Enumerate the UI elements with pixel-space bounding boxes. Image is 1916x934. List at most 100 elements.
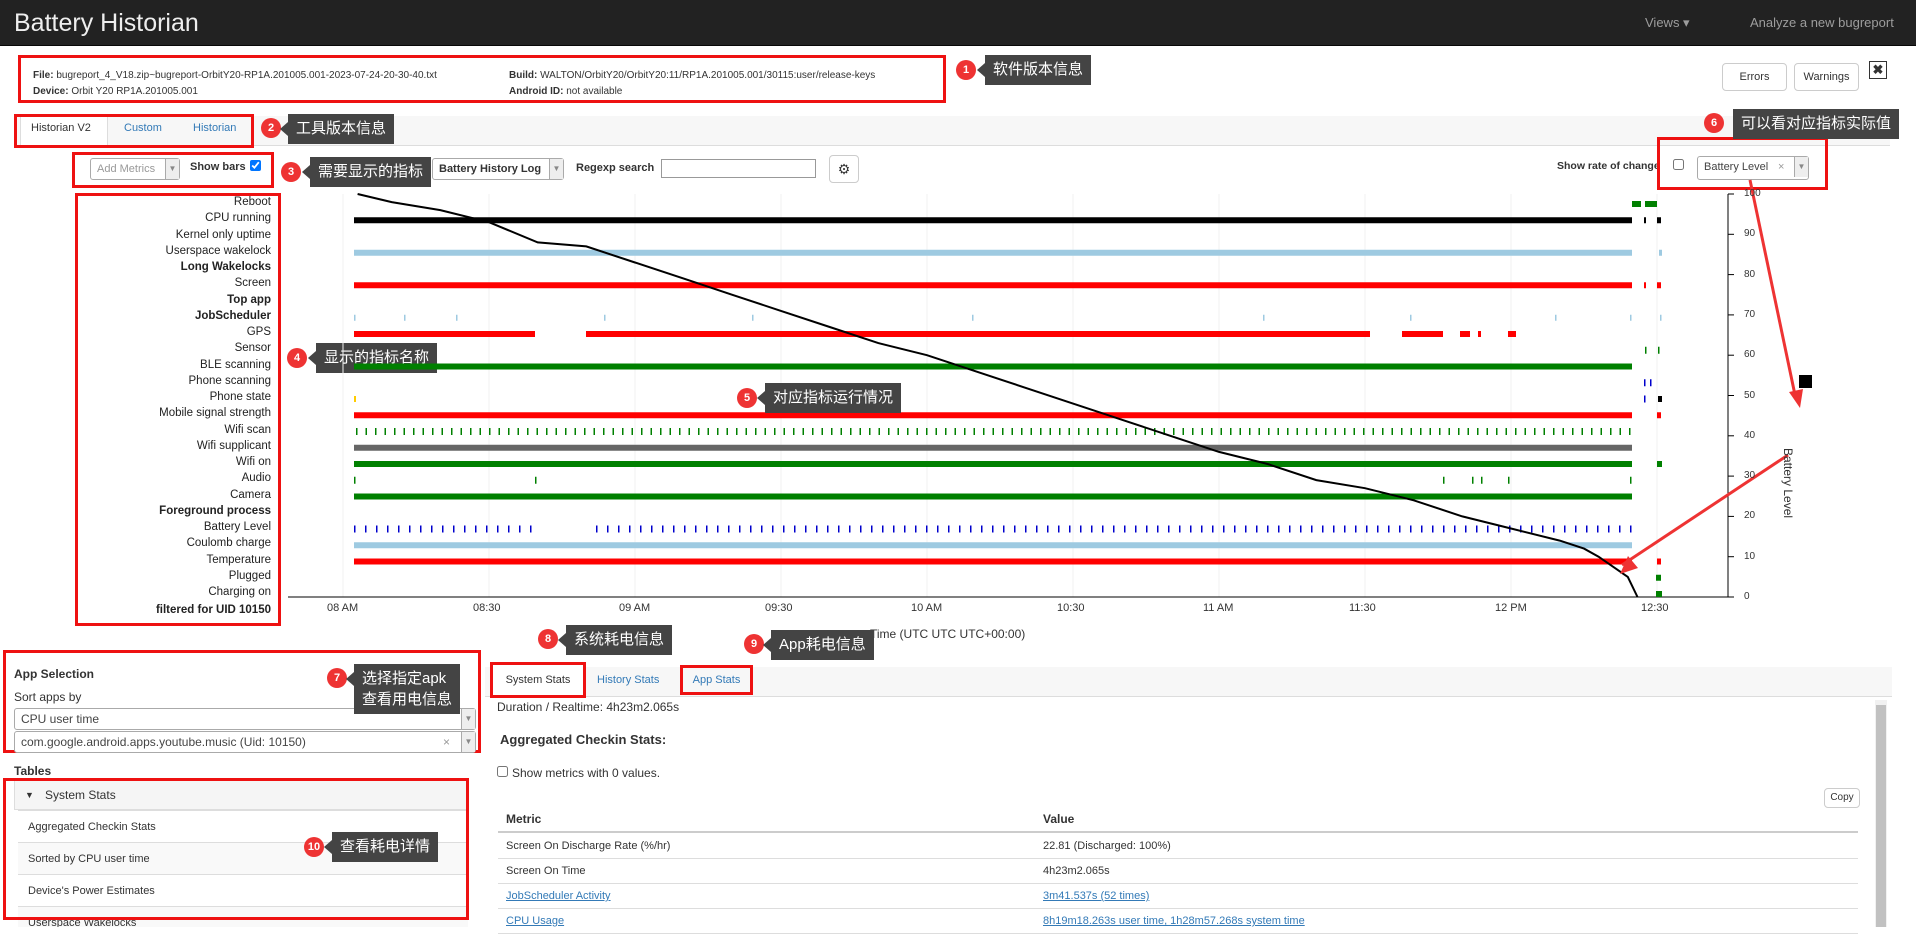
timeline-tick [1179,525,1181,533]
timeline-tick [1144,428,1146,435]
timeline-tick [1575,525,1577,533]
metric-name[interactable]: CPU Usage [506,909,564,933]
timeline-tick [1069,525,1071,533]
timeline-tick [422,428,424,435]
timeline-tick [888,428,890,435]
timeline-tick [1458,428,1460,435]
timeline-tick [593,428,595,435]
timeline-bar [354,542,1632,549]
y-tick-label: 100 [1744,188,1761,199]
timeline-tick [1173,428,1175,435]
annotation-number-7: 7 [327,668,347,688]
annotation-callout-9: App耗电信息 [763,630,874,660]
timeline-tick [470,428,472,435]
y-tick-label: 10 [1744,550,1756,562]
timeline-tick [1420,428,1422,435]
timeline-tick [535,476,537,484]
timeline-tick [1619,428,1621,435]
metric-value[interactable]: 3m41.537s (52 times) [1043,884,1149,908]
timeline-tick [530,525,532,533]
timeline-tick [954,428,956,435]
timeline-tick [1486,428,1488,435]
timeline-bar [1657,461,1662,467]
tab-app-stats[interactable]: App Stats [680,665,753,695]
timeline-tick [1223,525,1225,533]
timeline-tick [612,428,614,435]
timeline-tick [893,525,895,533]
annotation-number-9: 9 [744,634,764,654]
timeline-tick [1465,525,1467,533]
timeline-bar [354,461,1632,467]
timeline-tick [479,428,481,435]
timeline-tick [376,525,378,533]
timeline-tick [945,428,947,435]
timeline-tick [915,525,917,533]
timeline-chart[interactable] [0,0,1916,660]
timeline-bar [1657,282,1661,289]
scrollbar-thumb[interactable] [1876,705,1886,927]
timeline-tick [442,525,444,533]
timeline-bar [1632,201,1641,207]
timeline-tick [1036,525,1038,533]
timeline-tick [926,428,928,435]
timeline-bar [1657,558,1661,565]
timeline-tick [596,525,598,533]
timeline-tick [1334,428,1336,435]
clear-icon[interactable]: × [443,732,450,752]
app-select[interactable]: com.google.android.apps.youtube.music (U… [14,731,476,753]
timeline-tick [679,428,681,435]
timeline-tick [1429,428,1431,435]
metric-value[interactable]: 8h19m18.263s user time, 1h28m57.268s sys… [1043,909,1305,933]
timeline-tick [555,428,557,435]
timeline-tick [752,314,754,321]
timeline-tick [1325,428,1327,435]
timeline-tick [869,428,871,435]
y-tick-label: 70 [1744,308,1756,320]
timeline-bar [1460,331,1470,337]
annotation-arrow [1748,179,1797,396]
timeline-tick [497,525,499,533]
annotation-callout-10: 查看耗电详情 [323,832,439,862]
timeline-tick [1619,525,1621,533]
timeline-tick [441,428,443,435]
timeline-tick [1025,525,1027,533]
timeline-tick [384,428,386,435]
timeline-tick [1021,428,1023,435]
timeline-tick [897,428,899,435]
timeline-tick [464,525,466,533]
timeline-tick [706,525,708,533]
metric-name: Screen On Discharge Rate (%/hr) [506,840,671,852]
timeline-tick [1168,525,1170,533]
timeline-tick [821,428,823,435]
timeline-tick [1660,314,1662,321]
show-zero-metrics-checkbox[interactable] [497,766,508,777]
timeline-tick [607,525,609,533]
timeline-tick [1496,428,1498,435]
timeline-bar [354,396,356,402]
timeline-tick [394,428,396,435]
timeline-bar [1644,217,1646,224]
timeline-tick [1366,525,1368,533]
timeline-tick [783,428,785,435]
column-metric: Metric [506,812,542,826]
timeline-tick [1296,428,1298,435]
timeline-tick [650,428,652,435]
timeline-tick [618,525,620,533]
chevron-down-icon: ▼ [461,732,475,752]
metric-name[interactable]: JobScheduler Activity [506,884,611,908]
timeline-tick [413,428,415,435]
timeline-tick [1146,525,1148,533]
timeline-tick [1245,525,1247,533]
timeline-tick [695,525,697,533]
timeline-tick [1410,314,1412,321]
stats-scrollbar[interactable] [1875,700,1887,927]
tab-history-stats[interactable]: History Stats [597,674,659,686]
copy-button[interactable]: Copy [1824,788,1860,808]
timeline-tick [717,428,719,435]
timeline-tick [1553,525,1555,533]
timeline-tick [432,428,434,435]
timeline-tick [1333,525,1335,533]
tab-system-stats[interactable]: System Stats [490,662,586,698]
timeline-bar [354,412,1632,419]
timeline-tick [1543,428,1545,435]
